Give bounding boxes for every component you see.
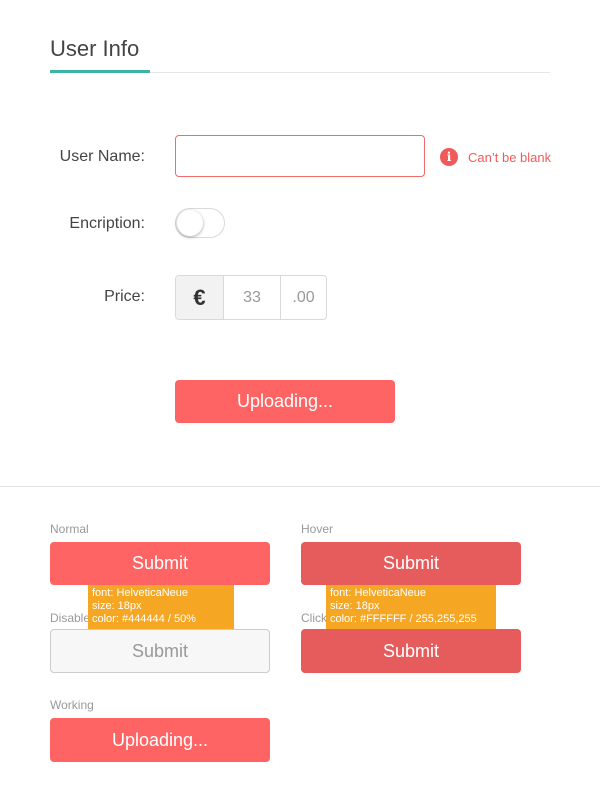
price-cents: .00 bbox=[292, 289, 315, 306]
spec-color: color: #FFFFFF / 255,255,255 bbox=[330, 613, 477, 625]
submit-button-hover[interactable]: Submit bbox=[301, 542, 521, 585]
state-label-click: Click bbox=[301, 611, 327, 625]
encryption-toggle[interactable] bbox=[175, 208, 225, 238]
user-name-label: User Name: bbox=[59, 148, 145, 165]
state-label-hover: Hover bbox=[301, 522, 334, 536]
submit-button-normal[interactable]: Submit bbox=[50, 542, 270, 585]
price-label: Price: bbox=[104, 288, 145, 305]
title-underline-accent bbox=[50, 70, 150, 73]
section-divider bbox=[0, 486, 600, 487]
price-amount-input[interactable]: 33 bbox=[224, 276, 281, 319]
submit-button-click[interactable]: Submit bbox=[301, 629, 521, 673]
state-label-normal: Normal bbox=[50, 522, 89, 536]
user-name-input[interactable] bbox=[175, 135, 425, 177]
uploading-button[interactable]: Uploading... bbox=[175, 380, 395, 423]
spec-size: size: 18px bbox=[330, 600, 380, 612]
euro-icon: € bbox=[176, 276, 224, 319]
spec-annotation-disabled: font: HelveticaNeue size: 18px color: #4… bbox=[88, 585, 234, 629]
info-icon: i bbox=[440, 148, 458, 166]
spec-annotation-click: font: HelveticaNeue size: 18px color: #F… bbox=[326, 585, 496, 629]
spec-font: font: HelveticaNeue bbox=[92, 587, 188, 599]
price-input-group: € 33 .00 bbox=[175, 275, 327, 320]
spec-font: font: HelveticaNeue bbox=[330, 587, 426, 599]
encryption-label: Encription: bbox=[69, 215, 145, 232]
toggle-knob bbox=[177, 210, 203, 236]
submit-button-disabled: Submit bbox=[50, 629, 270, 673]
state-label-disabled: Disable bbox=[50, 611, 91, 625]
spec-size: size: 18px bbox=[92, 600, 142, 612]
error-message: Can’t be blank bbox=[468, 150, 552, 165]
spec-color: color: #444444 / 50% bbox=[92, 613, 196, 625]
state-label-working: Working bbox=[50, 698, 94, 712]
page-title: User Info bbox=[50, 36, 140, 61]
uploading-button-working[interactable]: Uploading... bbox=[50, 718, 270, 762]
